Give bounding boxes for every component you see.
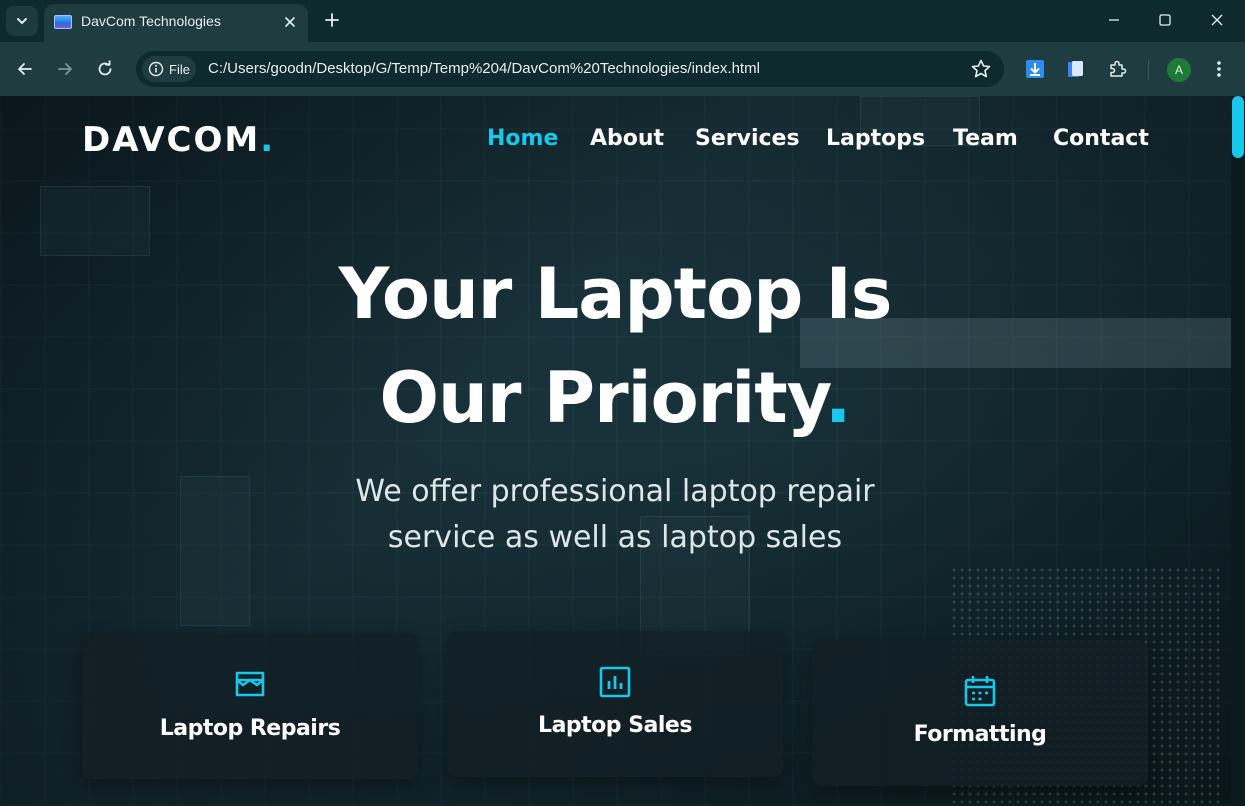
extensions-button[interactable] <box>1105 57 1129 81</box>
site-logo[interactable]: DAVCOM. <box>82 120 275 160</box>
hero-subheading: We offer professional laptop repair serv… <box>265 469 965 561</box>
url-text[interactable]: C:/Users/goodn/Desktop/G/Temp/Temp%204/D… <box>208 60 760 77</box>
hero-headline-line1: Your Laptop Is <box>338 253 893 335</box>
nav-contact-link[interactable]: Contact <box>1053 126 1149 151</box>
service-card-laptop-repairs[interactable]: Laptop Repairs <box>82 633 418 779</box>
background-circuit-board-image <box>180 476 250 626</box>
nav-services-link[interactable]: Services <box>695 126 800 151</box>
page-scrollbar[interactable] <box>1231 96 1245 806</box>
chevron-down-icon <box>17 18 27 25</box>
site-info-chip[interactable]: File <box>142 56 196 82</box>
minimize-icon <box>1109 19 1119 21</box>
arrow-left-icon <box>18 63 32 75</box>
hero-headline-line2: Our Priority <box>379 357 826 439</box>
profile-avatar[interactable]: A <box>1167 58 1191 82</box>
tab-search-button[interactable] <box>6 6 38 36</box>
page-viewport: DAVCOM. Home About Services Laptops Team… <box>0 96 1245 806</box>
reload-button[interactable] <box>89 53 121 85</box>
forward-button[interactable] <box>49 53 81 85</box>
tab-title: DavCom Technologies <box>81 13 221 29</box>
close-window-button[interactable] <box>1194 4 1240 36</box>
minimize-button[interactable] <box>1091 4 1137 36</box>
background-circuit-board-image <box>40 186 150 256</box>
docs-extension-button[interactable] <box>1063 57 1087 81</box>
hero-subheading-line1: We offer professional laptop repair <box>355 474 875 509</box>
more-vertical-icon <box>1217 61 1221 77</box>
maximize-icon <box>1159 14 1171 26</box>
bookmark-star-icon[interactable] <box>970 58 992 80</box>
browser-tab-active[interactable]: DavCom Technologies <box>44 4 308 42</box>
hero-section: DAVCOM. Home About Services Laptops Team… <box>0 96 1240 806</box>
maximize-button[interactable] <box>1142 4 1188 36</box>
close-icon <box>285 17 295 27</box>
puzzle-piece-icon <box>1110 60 1127 77</box>
service-card-label: Laptop Sales <box>538 713 692 738</box>
info-icon <box>148 61 164 77</box>
back-button[interactable] <box>9 53 41 85</box>
download-extension-button[interactable] <box>1023 57 1047 81</box>
service-card-label: Formatting <box>913 722 1047 747</box>
calendar-icon <box>964 676 996 707</box>
service-card-formatting[interactable]: Formatting <box>812 640 1148 786</box>
hero-headline-dot: . <box>824 357 852 439</box>
document-icon <box>1068 61 1083 77</box>
service-card-laptop-sales[interactable]: Laptop Sales <box>447 631 783 777</box>
service-card-label: Laptop Repairs <box>159 716 341 741</box>
scrollbar-thumb[interactable] <box>1232 96 1244 158</box>
nav-home-link[interactable]: Home <box>487 126 558 151</box>
nav-laptops-link[interactable]: Laptops <box>826 126 925 151</box>
download-icon <box>1026 60 1044 78</box>
logo-text: DAVCOM <box>82 120 261 160</box>
close-icon <box>1211 14 1223 26</box>
plus-icon <box>325 13 339 27</box>
laptop-favicon-icon <box>54 15 72 29</box>
nav-team-link[interactable]: Team <box>953 126 1018 151</box>
bar-chart-icon <box>599 666 631 698</box>
reload-icon <box>98 60 112 76</box>
toolbar-divider <box>1148 60 1149 80</box>
browser-toolbar: File C:/Users/goodn/Desktop/G/Temp/Temp%… <box>0 42 1245 96</box>
arrow-right-icon <box>58 63 72 75</box>
address-bar[interactable]: File C:/Users/goodn/Desktop/G/Temp/Temp%… <box>136 51 1004 87</box>
logo-dot: . <box>260 120 276 160</box>
browser-menu-button[interactable] <box>1207 57 1231 81</box>
new-tab-button[interactable] <box>318 6 346 34</box>
tab-close-button[interactable] <box>280 12 300 32</box>
hero-headline: Your Laptop Is Our Priority. <box>265 242 965 450</box>
nav-about-link[interactable]: About <box>590 126 664 151</box>
site-chip-label: File <box>169 61 190 77</box>
hero-subheading-line2: service as well as laptop sales <box>387 520 843 555</box>
tab-strip: DavCom Technologies <box>0 0 1245 42</box>
store-icon <box>235 671 265 697</box>
